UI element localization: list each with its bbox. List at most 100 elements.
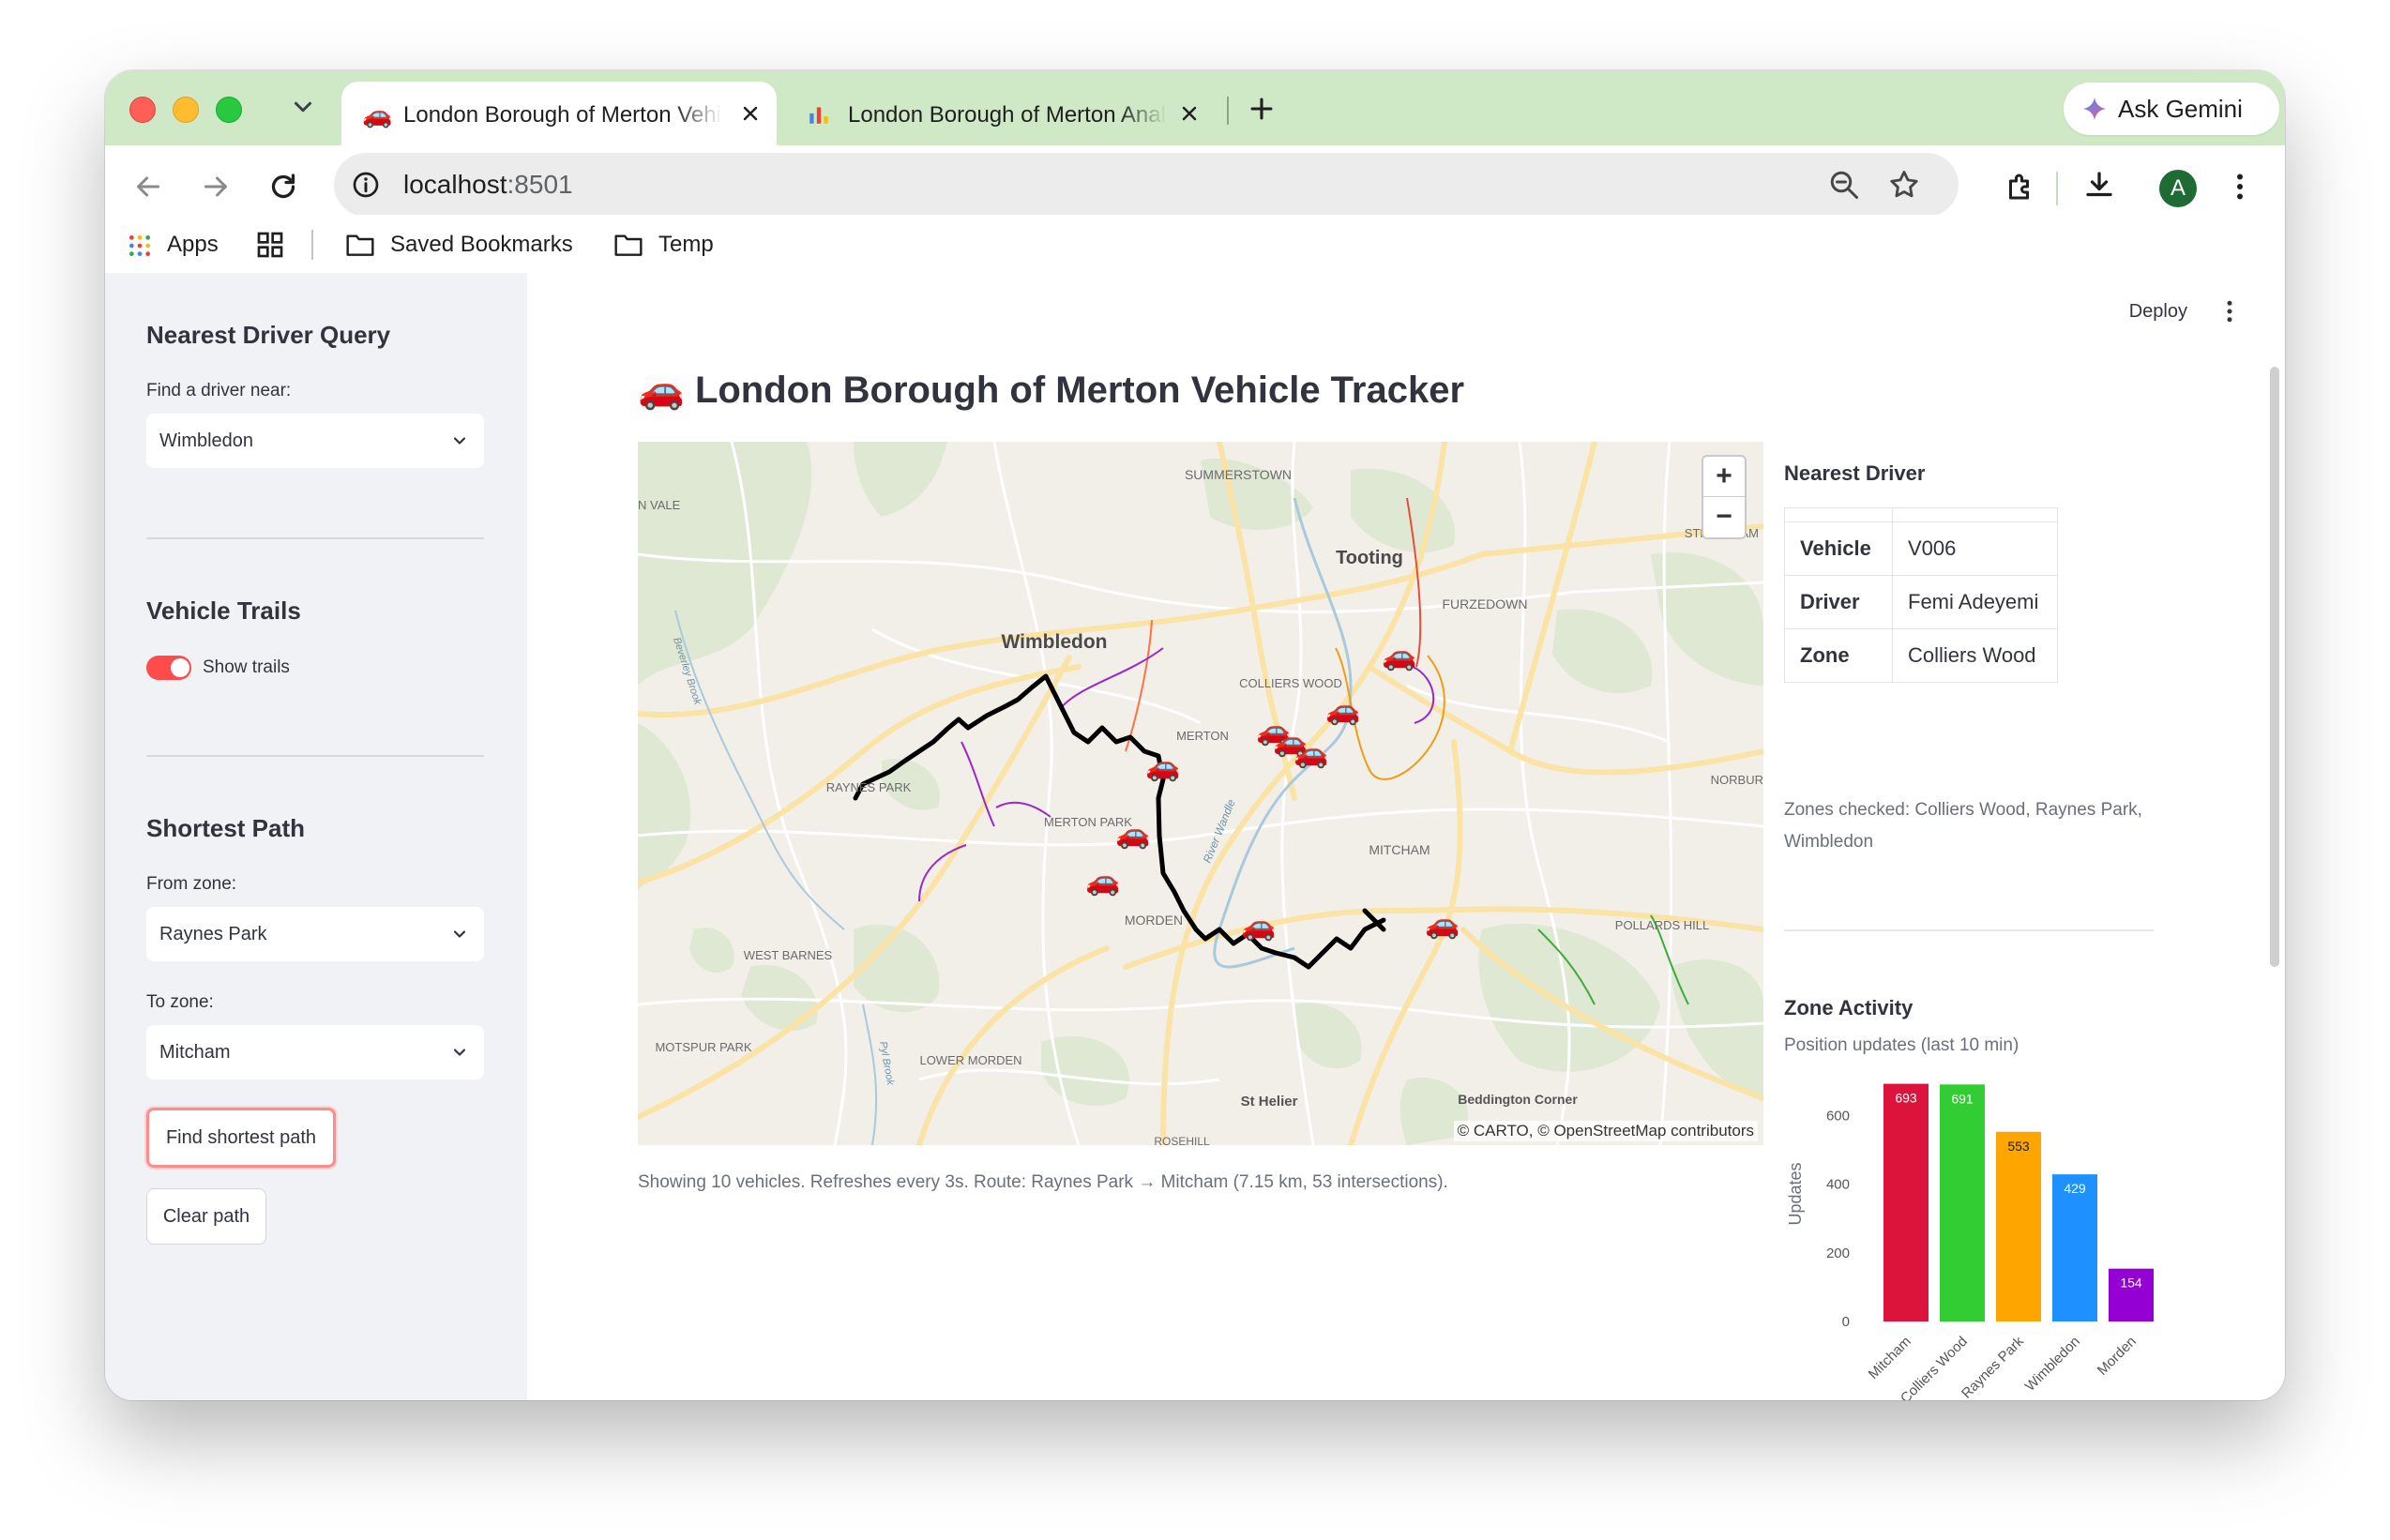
vehicle-marker[interactable]: 🚗	[1241, 911, 1276, 942]
sidebar-divider	[146, 537, 484, 539]
y-tick-label: 600	[1826, 1109, 1850, 1125]
toolbar-divider	[2056, 172, 2058, 205]
extensions-puzzle-icon[interactable]	[2004, 170, 2037, 204]
close-tab-icon[interactable]	[1178, 102, 1201, 125]
apps-grid-icon	[129, 234, 151, 257]
browser-menu-icon[interactable]	[2223, 170, 2257, 204]
tab-analytics[interactable]: London Borough of Merton Analytics	[786, 82, 1216, 145]
find-driver-select[interactable]: Wimbledon	[146, 414, 484, 468]
nearest-driver-heading: Nearest Driver	[1784, 461, 1926, 485]
vehicle-marker[interactable]: 🚗	[1115, 819, 1150, 850]
label-rosehill: ROSEHILL	[1154, 1135, 1210, 1145]
show-trails-toggle[interactable]	[146, 656, 191, 680]
minimize-window-button[interactable]	[173, 97, 199, 123]
streamlit-app: Nearest Driver Query Find a driver near:…	[105, 273, 2285, 1400]
bookmark-apps[interactable]: Apps	[128, 215, 231, 273]
bar[interactable]	[1940, 1084, 1985, 1321]
y-tick-label: 0	[1842, 1314, 1850, 1330]
table-key: Vehicle	[1784, 521, 1893, 576]
clear-path-button[interactable]: Clear path	[146, 1188, 266, 1245]
vehicle-marker[interactable]: 🚗	[1425, 909, 1460, 940]
map-caption: Showing 10 vehicles. Refreshes every 3s.…	[638, 1172, 1448, 1192]
bookmark-temp-label: Temp	[658, 232, 714, 257]
bar[interactable]	[2052, 1174, 2097, 1321]
chevron-down-icon	[453, 437, 466, 445]
forward-arrow-icon[interactable]	[199, 170, 233, 204]
tab-groups-icon[interactable]	[255, 230, 285, 260]
vehicle-map[interactable]: SUMMERSTOWN N VALE STREATHAM Tooting FUR…	[638, 442, 1763, 1145]
label-raynes-park: RAYNES PARK	[826, 780, 912, 794]
vehicle-marker[interactable]: 🚗	[1293, 738, 1328, 769]
bar-value-label: 154	[2120, 1276, 2142, 1291]
site-info-icon[interactable]	[351, 170, 381, 200]
table-row: Driver Femi Adeyemi	[1784, 575, 2058, 629]
table-value: V006	[1892, 521, 2058, 576]
tab-search-chevron-icon[interactable]	[289, 93, 317, 121]
bookmark-saved-bookmarks[interactable]: Saved Bookmarks	[345, 215, 589, 273]
vehicle-marker[interactable]: 🚗	[1382, 641, 1416, 672]
new-tab-icon[interactable]	[1246, 93, 1278, 125]
bar-value-label: 553	[2007, 1139, 2030, 1154]
page-scrollbar[interactable]	[2270, 367, 2279, 967]
chevron-down-icon	[453, 930, 466, 938]
chevron-down-icon	[453, 1049, 466, 1056]
vehicle-marker[interactable]: 🚗	[1085, 866, 1120, 897]
bar[interactable]	[1996, 1131, 2041, 1321]
car-icon: 🚗	[638, 370, 685, 411]
ask-gemini-button[interactable]: Ask Gemini	[2064, 83, 2279, 135]
vehicle-marker[interactable]: 🚗	[1325, 695, 1360, 726]
address-bar[interactable]: localhost:8501	[334, 153, 1959, 217]
table-cell	[1892, 507, 2058, 522]
zoom-out-icon[interactable]	[1827, 168, 1861, 202]
shortest-path-heading: Shortest Path	[146, 814, 306, 842]
from-zone-select[interactable]: Raynes Park	[146, 907, 484, 961]
tab-vehicle-tracker[interactable]: 🚗 London Borough of Merton Vehicle Track…	[341, 82, 777, 145]
y-tick-label: 400	[1826, 1177, 1850, 1193]
zoom-in-button[interactable]: +	[1703, 457, 1745, 496]
zone-activity-subtitle: Position updates (last 10 min)	[1784, 1035, 2019, 1055]
download-icon[interactable]	[2082, 168, 2116, 202]
label-st-helier: St Helier	[1241, 1094, 1298, 1110]
reload-icon[interactable]	[266, 170, 300, 204]
maximize-window-button[interactable]	[216, 97, 242, 123]
table-value: Colliers Wood	[1892, 628, 2058, 683]
table-row: Vehicle V006	[1784, 521, 2058, 576]
sidebar: Nearest Driver Query Find a driver near:…	[105, 273, 527, 1400]
label-west-barnes: WEST BARNES	[744, 948, 833, 962]
find-shortest-path-button[interactable]: Find shortest path	[146, 1108, 336, 1168]
url-port: :8501	[507, 170, 573, 199]
zoom-out-button[interactable]: −	[1703, 497, 1745, 536]
label-furzedown: FURZEDOWN	[1443, 596, 1528, 611]
find-driver-value: Wimbledon	[159, 430, 254, 451]
close-tab-icon[interactable]	[739, 102, 762, 125]
label-colliers-wood: COLLIERS WOOD	[1239, 676, 1342, 690]
gemini-sparkle-icon	[2082, 97, 2107, 121]
bar-chart-icon	[809, 107, 828, 124]
folder-icon	[346, 234, 374, 256]
app-menu-icon[interactable]	[2216, 297, 2244, 325]
from-zone-value: Raynes Park	[159, 924, 267, 944]
map-canvas[interactable]: SUMMERSTOWN N VALE STREATHAM Tooting FUR…	[638, 442, 1763, 1145]
label-morden: MORDEN	[1125, 913, 1183, 928]
bookmark-star-icon[interactable]	[1887, 168, 1921, 202]
to-zone-select[interactable]: Mitcham	[146, 1025, 484, 1080]
table-key: Zone	[1784, 628, 1893, 683]
table-row: Zone Colliers Wood	[1784, 628, 2058, 683]
close-window-button[interactable]	[129, 97, 156, 123]
car-icon: 🚗	[362, 100, 393, 128]
zone-activity-heading: Zone Activity	[1784, 996, 1914, 1019]
nearest-driver-query-heading: Nearest Driver Query	[146, 321, 391, 349]
vehicle-marker[interactable]: 🚗	[1145, 751, 1180, 782]
bookmark-temp[interactable]: Temp	[613, 215, 726, 273]
profile-avatar[interactable]: A	[2159, 170, 2197, 207]
browser-window: 🚗 London Borough of Merton Vehicle Track…	[105, 70, 2285, 1400]
map-attribution[interactable]: © CARTO, © OpenStreetMap contributors	[1453, 1121, 1758, 1141]
tab-strip: 🚗 London Borough of Merton Vehicle Track…	[105, 70, 2285, 145]
zones-checked-text: Zones checked: Colliers Wood, Raynes Par…	[1784, 800, 2142, 852]
bar[interactable]	[1883, 1083, 1929, 1321]
show-trails-label: Show trails	[203, 657, 290, 677]
table-value: Femi Adeyemi	[1892, 575, 2058, 629]
bar-value-label: 691	[1951, 1091, 1974, 1106]
back-arrow-icon[interactable]	[131, 170, 165, 204]
y-axis: 0 200 400 600	[1826, 1109, 1850, 1330]
